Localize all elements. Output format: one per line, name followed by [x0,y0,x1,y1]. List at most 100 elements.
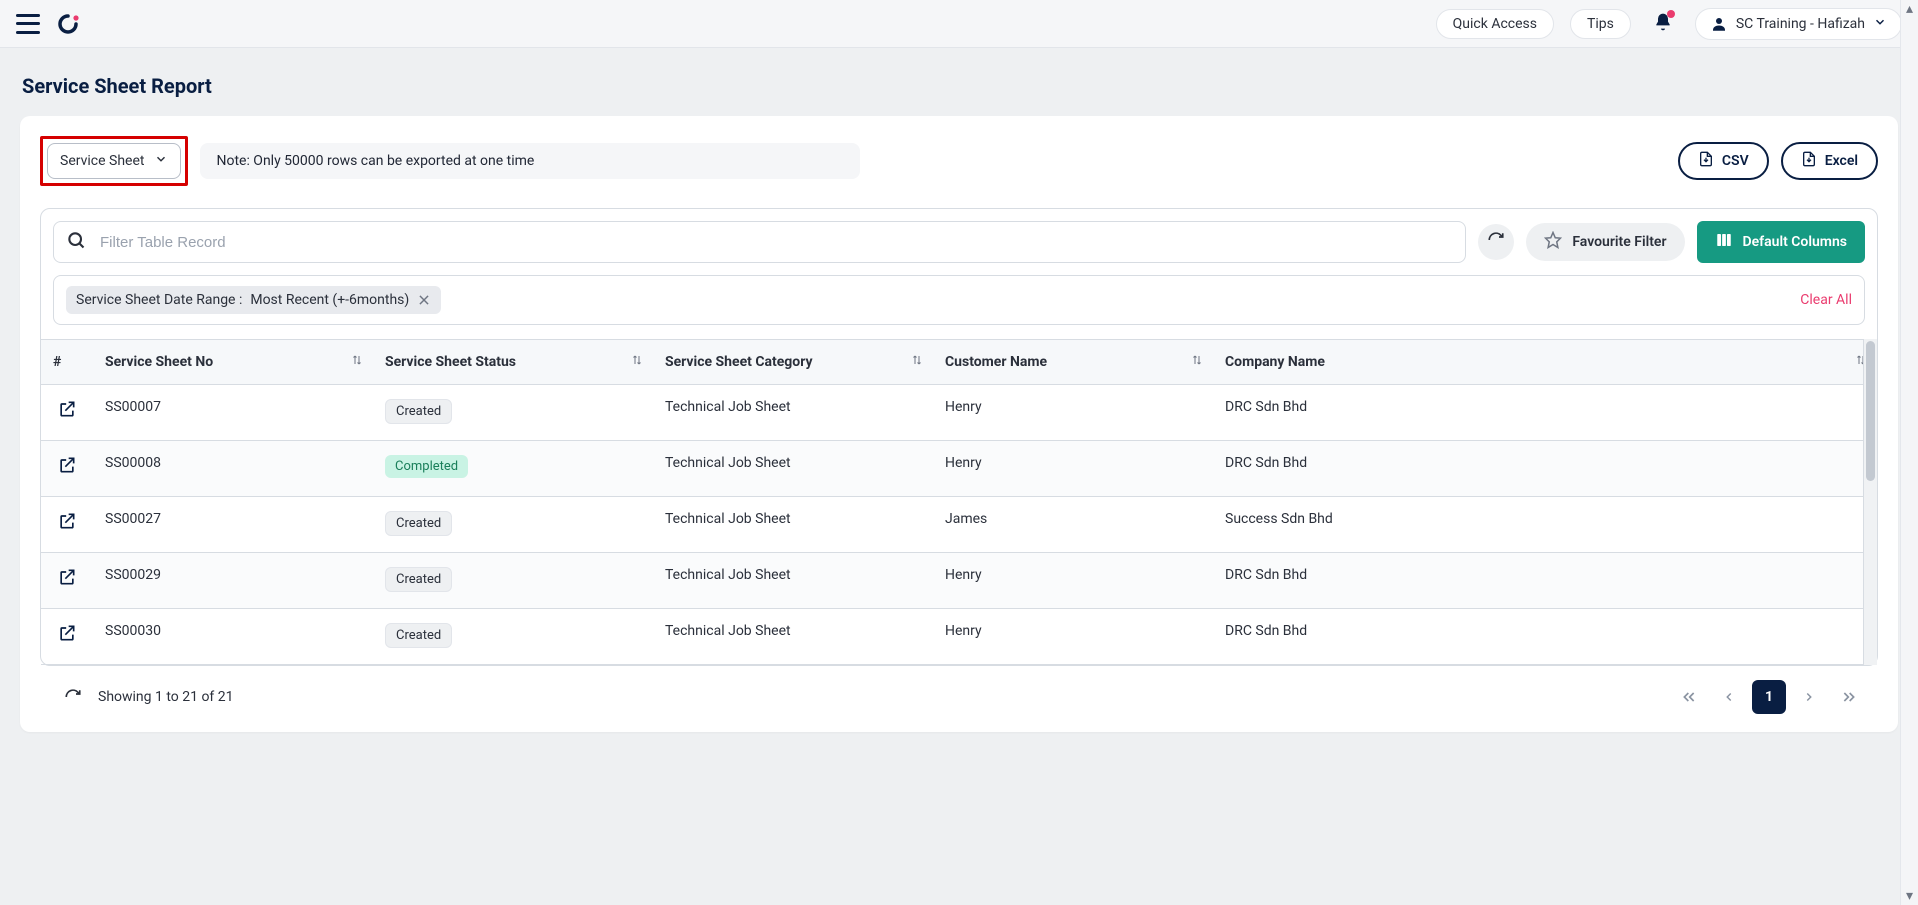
clear-all-filters[interactable]: Clear All [1800,292,1852,308]
status-badge: Created [385,511,452,536]
favourite-filter-label: Favourite Filter [1572,234,1666,250]
filter-chip-label: Service Sheet Date Range : [76,292,242,308]
pager-page-1[interactable]: 1 [1752,680,1786,714]
export-excel-button[interactable]: Excel [1781,142,1878,180]
table-container: Favourite Filter Default Columns Service… [40,208,1878,666]
page-title: Service Sheet Report [22,74,1898,98]
col-label: Service Sheet Status [385,354,516,370]
status-badge: Completed [385,455,468,478]
cell-no: SS00029 [93,553,373,609]
chevron-down-icon [154,152,168,170]
cell-category: Technical Job Sheet [653,609,933,665]
col-company[interactable]: Company Name [1213,339,1877,385]
notifications-button[interactable] [1647,8,1679,40]
app-logo[interactable] [56,12,80,36]
user-icon [1710,15,1728,33]
cell-no: SS00007 [93,385,373,441]
user-label: SC Training - Hafizah [1736,16,1865,32]
col-label: Service Sheet Category [665,354,813,370]
search-box[interactable] [53,221,1466,263]
notification-dot-icon [1667,10,1675,18]
favourite-filter-button[interactable]: Favourite Filter [1526,223,1684,261]
default-columns-button[interactable]: Default Columns [1697,221,1866,263]
table-row: SS00008CompletedTechnical Job SheetHenry… [41,441,1877,497]
scrollbar-thumb[interactable] [1866,341,1875,481]
select-label: Service Sheet [60,153,144,169]
cell-status: Created [373,553,653,609]
cell-company: DRC Sdn Bhd [1213,385,1877,441]
col-status[interactable]: Service Sheet Status [373,339,653,385]
status-badge: Created [385,399,452,424]
status-badge: Created [385,623,452,648]
cell-company: Success Sdn Bhd [1213,497,1877,553]
csv-label: CSV [1722,153,1749,169]
table-header-row: # Service Sheet No Service Sheet Status … [41,339,1877,385]
report-type-select[interactable]: Service Sheet [47,143,181,179]
file-excel-icon [1801,150,1817,172]
col-category[interactable]: Service Sheet Category [653,339,933,385]
cell-category: Technical Job Sheet [653,497,933,553]
cell-no: SS00008 [93,441,373,497]
default-columns-label: Default Columns [1743,234,1848,250]
col-label: Company Name [1225,354,1325,370]
highlighted-selector: Service Sheet [40,136,188,186]
table-row: SS00030CreatedTechnical Job SheetHenryDR… [41,609,1877,665]
pager-last[interactable] [1832,680,1866,714]
sort-icon[interactable] [631,353,643,371]
cell-customer: Henry [933,609,1213,665]
cell-category: Technical Job Sheet [653,385,933,441]
refresh-button[interactable] [1478,224,1514,260]
pager-next[interactable] [1792,680,1826,714]
cell-customer: Henry [933,385,1213,441]
refresh-icon [1487,231,1505,253]
cell-company: DRC Sdn Bhd [1213,553,1877,609]
cell-customer: James [933,497,1213,553]
quick-access-button[interactable]: Quick Access [1436,9,1554,39]
cell-category: Technical Job Sheet [653,553,933,609]
star-icon [1544,231,1562,253]
columns-icon [1715,231,1733,253]
showing-text: Showing 1 to 21 of 21 [98,689,234,705]
status-badge: Created [385,567,452,592]
data-table: # Service Sheet No Service Sheet Status … [41,339,1877,665]
search-icon [66,230,86,254]
pager-first[interactable] [1672,680,1706,714]
report-card: Service Sheet Note: Only 50000 rows can … [20,116,1898,732]
tips-button[interactable]: Tips [1570,9,1631,39]
user-menu[interactable]: SC Training - Hafizah [1695,8,1902,40]
open-row-icon[interactable] [57,511,77,531]
table-row: SS00029CreatedTechnical Job SheetHenryDR… [41,553,1877,609]
cell-status: Created [373,609,653,665]
export-csv-button[interactable]: CSV [1678,142,1769,180]
footer-refresh-button[interactable] [64,688,82,706]
open-row-icon[interactable] [57,567,77,587]
table-row: SS00027 Created Technical Job SheetJamesSu… [41,497,1877,553]
col-service-sheet-no[interactable]: Service Sheet No [93,339,373,385]
pager-prev[interactable] [1712,680,1746,714]
cell-no: SS00030 [93,609,373,665]
col-customer[interactable]: Customer Name [933,339,1213,385]
cell-no: SS00027 [93,497,373,553]
menu-icon[interactable] [16,14,40,34]
col-hash[interactable]: # [41,339,93,385]
file-csv-icon [1698,150,1714,172]
filter-chip-remove[interactable] [417,293,431,307]
page-scrollbar[interactable]: ▴ ▾ [1900,0,1918,905]
open-row-icon[interactable] [57,623,77,643]
export-note: Note: Only 50000 rows can be exported at… [200,143,860,179]
table-footer: Showing 1 to 21 of 21 1 [40,666,1878,718]
excel-label: Excel [1825,153,1858,169]
open-row-icon[interactable] [57,455,77,475]
active-filters-row: Service Sheet Date Range : Most Recent (… [53,275,1865,325]
pager: 1 [1672,680,1866,714]
table-scrollbar[interactable] [1863,339,1877,665]
open-row-icon[interactable] [57,399,77,419]
sort-icon[interactable] [351,353,363,371]
sort-icon[interactable] [1191,353,1203,371]
filter-chip[interactable]: Service Sheet Date Range : Most Recent (… [66,286,441,314]
scroll-up-icon[interactable]: ▴ [1901,0,1918,18]
sort-icon[interactable] [911,353,923,371]
search-input[interactable] [98,233,1453,252]
cell-category: Technical Job Sheet [653,441,933,497]
scroll-down-icon[interactable]: ▾ [1901,887,1918,905]
